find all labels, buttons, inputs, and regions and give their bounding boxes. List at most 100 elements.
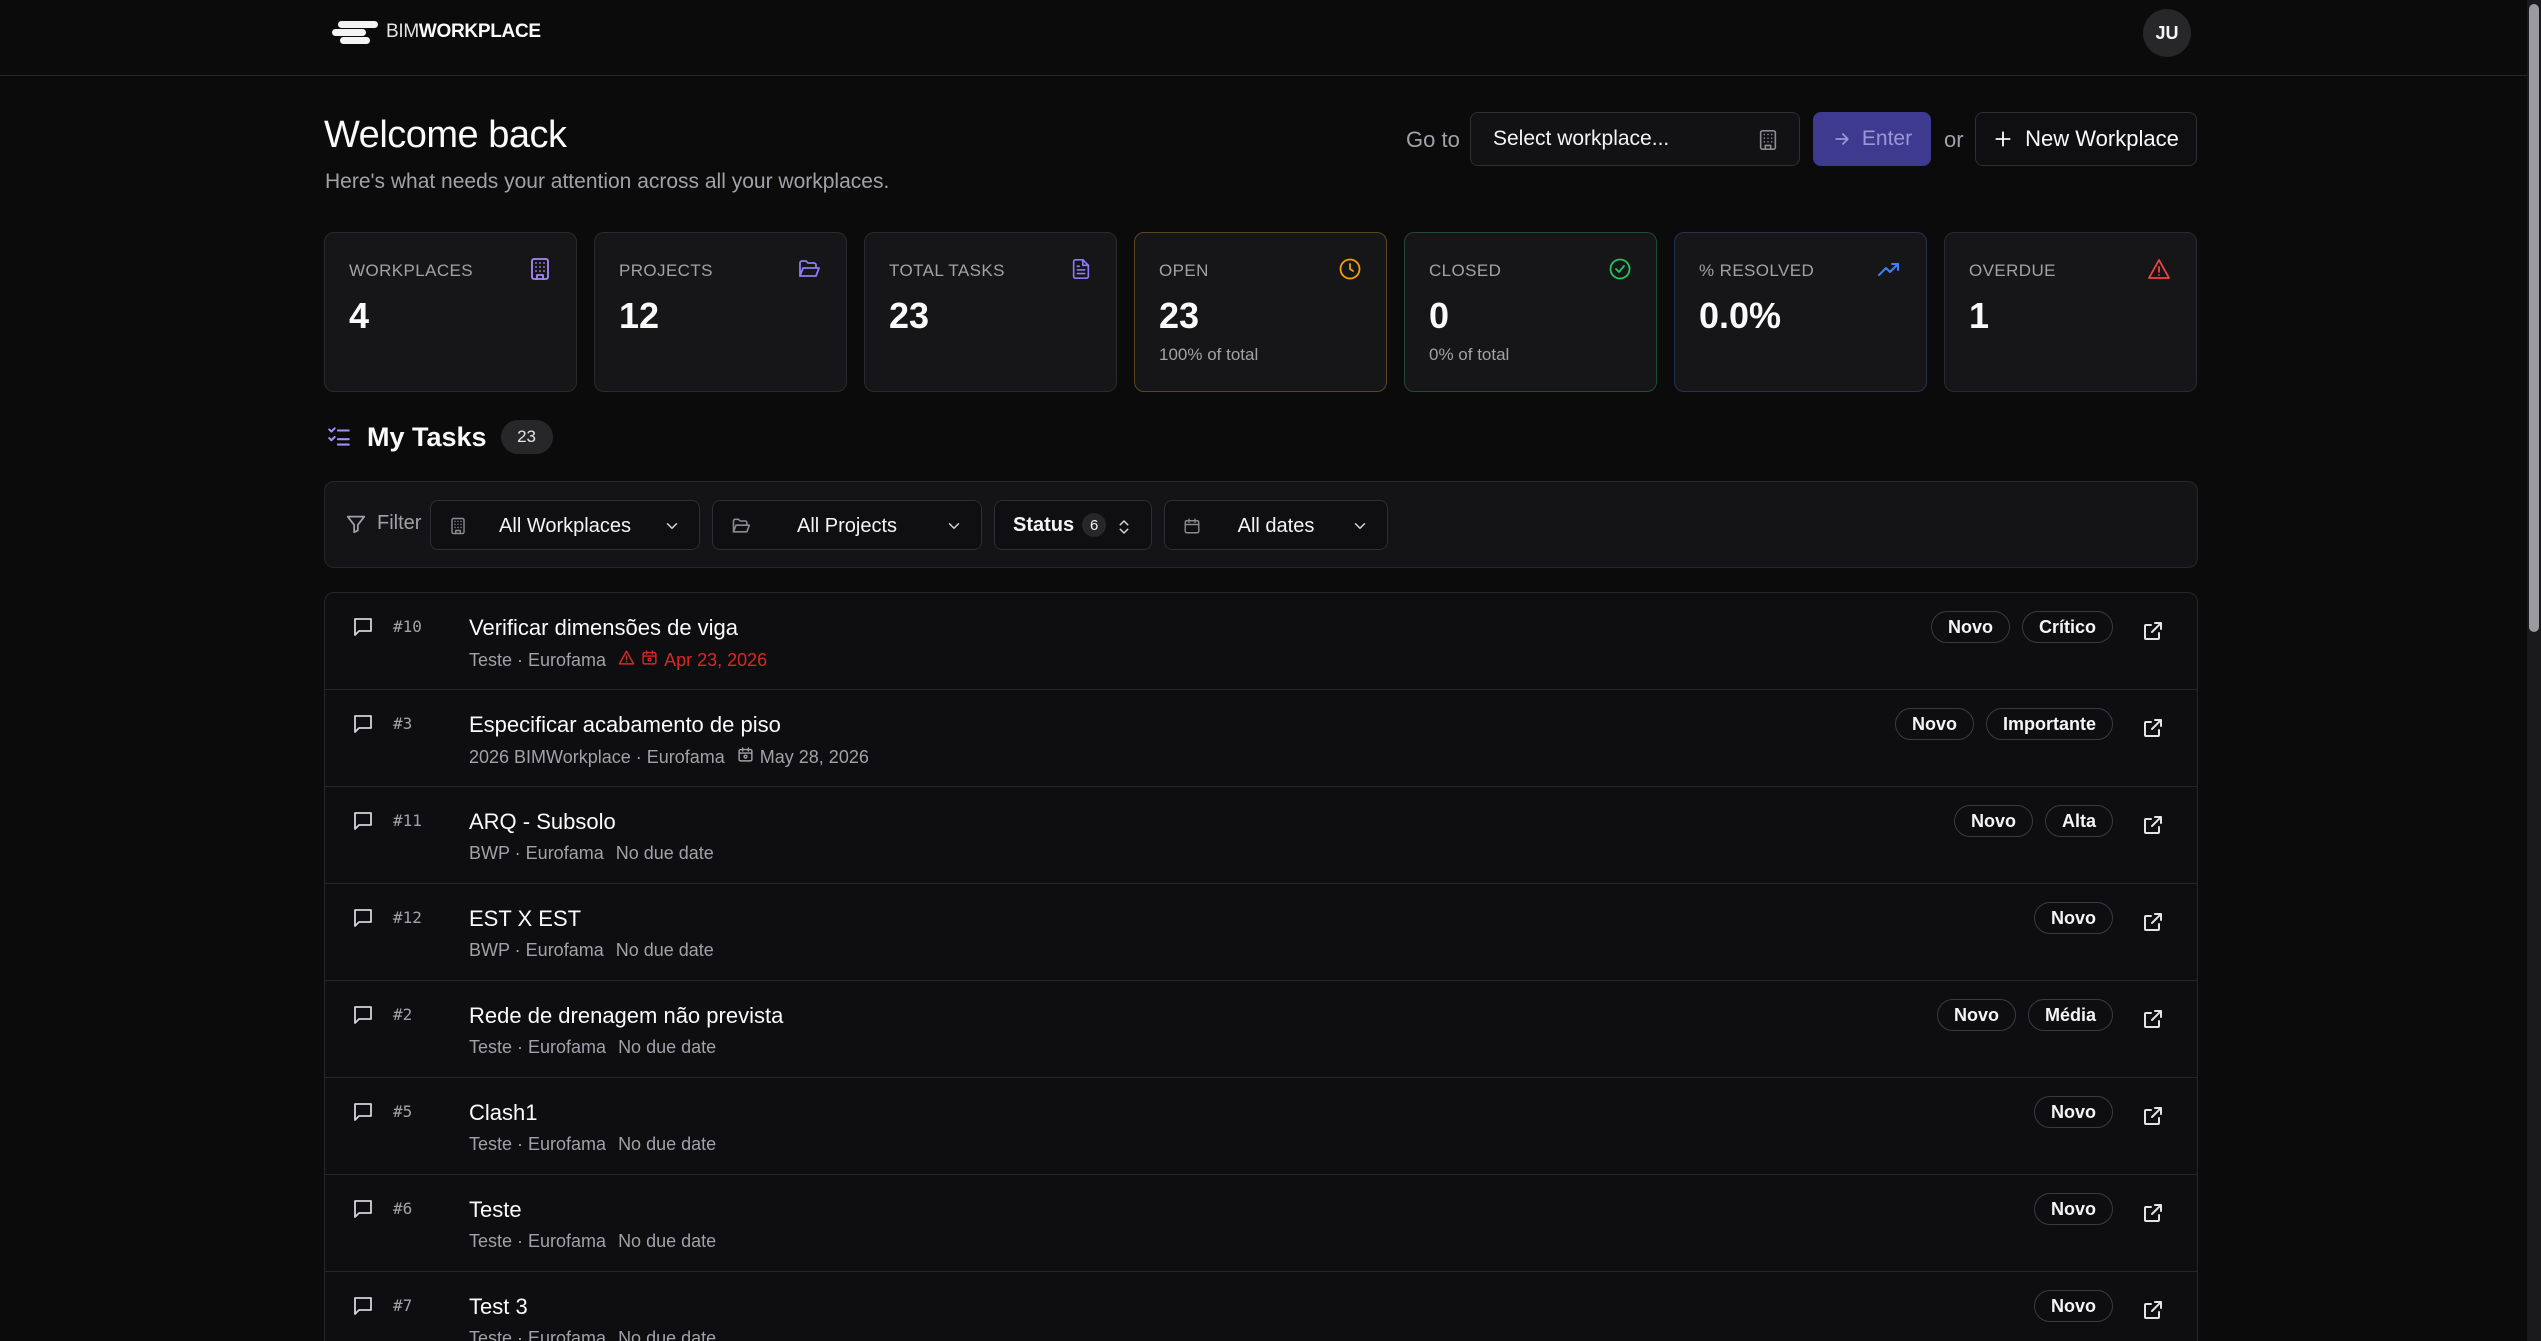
task-row[interactable]: #12 EST X EST BWP · Eurofama No due date Nov… — [325, 884, 2197, 981]
calendar-icon — [641, 649, 658, 671]
task-tags: Novo Média — [1936, 999, 2113, 1031]
comment-icon — [351, 1197, 375, 1226]
external-link-icon[interactable] — [2141, 910, 2165, 939]
filter-label: Filter — [345, 512, 421, 535]
stat-card-open: OPEN 23 100% of total — [1134, 232, 1387, 392]
stat-label: CLOSED — [1429, 261, 1502, 280]
project-filter-value: All Projects — [796, 515, 898, 537]
stat-label: OPEN — [1159, 261, 1209, 280]
status-filter-select[interactable]: Status 6 — [994, 500, 1152, 550]
chevron-down-icon — [663, 517, 681, 541]
task-title[interactable]: Verificar dimensões de viga — [469, 615, 738, 641]
external-link-icon[interactable] — [2141, 1201, 2165, 1230]
task-meta: BWP · Eurofama No due date — [469, 843, 714, 864]
plus-icon — [1995, 131, 2011, 147]
trending-up-icon — [1876, 257, 1902, 286]
task-number: #10 — [393, 617, 422, 636]
task-tag: Média — [2027, 999, 2113, 1031]
scrollbar-thumb[interactable] — [2529, 4, 2539, 632]
alert-triangle-icon — [2146, 257, 2172, 286]
new-workplace-button[interactable]: New Workplace — [1975, 112, 2197, 166]
stat-card-resolved: % RESOLVED 0.0% — [1674, 232, 1927, 392]
building-icon — [528, 257, 552, 286]
my-tasks-count-badge: 23 — [500, 420, 553, 454]
task-due-date: Apr 23, 2026 — [618, 649, 767, 671]
page-scrollbar[interactable] — [2527, 0, 2541, 1341]
task-number: #7 — [393, 1296, 413, 1315]
status-filter-label: Status — [1013, 513, 1075, 536]
task-title[interactable]: Rede de drenagem não prevista — [469, 1003, 783, 1029]
stat-label: OVERDUE — [1969, 261, 2056, 280]
workplace-filter-select[interactable]: All Workplaces — [430, 500, 700, 550]
external-link-icon[interactable] — [2141, 1007, 2165, 1036]
external-link-icon[interactable] — [2141, 716, 2165, 745]
task-project: BWP · Eurofama — [469, 940, 604, 960]
select-workplace-dropdown[interactable]: Select workplace... — [1470, 112, 1800, 166]
task-meta: Teste · Eurofama Apr 23, 2026 — [469, 649, 767, 671]
task-title[interactable]: ARQ - Subsolo — [469, 809, 616, 835]
project-filter-select[interactable]: All Projects — [712, 500, 982, 550]
task-number: #5 — [393, 1102, 413, 1121]
stat-card-total-tasks: TOTAL TASKS 23 — [864, 232, 1117, 392]
stat-card-overdue: OVERDUE 1 — [1944, 232, 2197, 392]
task-number: #2 — [393, 1005, 413, 1024]
stat-value: 4 — [349, 295, 370, 336]
task-project: Teste · Eurofama — [469, 649, 607, 670]
external-link-icon[interactable] — [2141, 619, 2165, 648]
list-checks-icon — [328, 427, 350, 446]
task-row[interactable]: #10 Verificar dimensões de viga Teste · Eu… — [325, 593, 2197, 690]
task-number: #12 — [393, 908, 422, 927]
logo[interactable]: BIMWORKPLACE — [330, 18, 541, 46]
task-list: #10 Verificar dimensões de viga Teste · Eu… — [324, 592, 2198, 1341]
external-link-icon[interactable] — [2141, 813, 2165, 842]
task-tag: Novo — [2034, 1290, 2113, 1322]
task-project: 2026 BIMWorkplace · Eurofama — [469, 746, 725, 767]
task-due-date: No due date — [618, 1134, 717, 1154]
task-tag: Novo — [1930, 611, 2010, 643]
task-due-date: No due date — [615, 843, 714, 863]
date-filter-select[interactable]: All dates — [1164, 500, 1388, 550]
task-title[interactable]: Especificar acabamento de piso — [469, 712, 781, 738]
task-tag: Novo — [1894, 708, 1974, 740]
task-title[interactable]: Clash1 — [469, 1100, 537, 1126]
task-title[interactable]: Teste — [469, 1197, 522, 1223]
status-filter-count: 6 — [1082, 513, 1107, 537]
filter-label-text: Filter — [377, 512, 422, 534]
task-title[interactable]: EST X EST — [469, 906, 581, 932]
external-link-icon[interactable] — [2141, 1104, 2165, 1133]
task-tags: Novo — [2034, 902, 2113, 934]
clock-icon — [1338, 257, 1362, 286]
user-avatar[interactable]: JU — [2143, 9, 2191, 57]
stat-value: 1 — [1969, 295, 1990, 336]
my-tasks-title: My Tasks — [367, 421, 487, 452]
file-text-icon — [1070, 257, 1092, 286]
task-project: Teste · Eurofama — [469, 1328, 607, 1341]
check-circle-icon — [1608, 257, 1632, 286]
task-title[interactable]: Test 3 — [469, 1294, 528, 1320]
task-row[interactable]: #6 Teste Teste · Eurofama No due date Novo — [325, 1175, 2197, 1272]
task-row[interactable]: #3 Especificar acabamento de piso 2026 BIM… — [325, 690, 2197, 787]
task-row[interactable]: #2 Rede de drenagem não prevista Teste · E… — [325, 981, 2197, 1078]
task-due-date: May 28, 2026 — [737, 746, 869, 768]
workplace-filter-value: All Workplaces — [499, 515, 631, 537]
or-label: or — [1944, 127, 1964, 152]
external-link-icon[interactable] — [2141, 1298, 2165, 1327]
task-due-date: No due date — [618, 1231, 717, 1251]
task-tags: Novo — [2034, 1290, 2113, 1322]
enter-button[interactable]: Enter — [1813, 112, 1931, 166]
task-row[interactable]: #5 Clash1 Teste · Eurofama No due date Novo — [325, 1078, 2197, 1175]
task-number: #11 — [393, 811, 422, 830]
stat-sub: 100% of total — [1159, 345, 1259, 364]
task-due-date: No due date — [618, 1328, 717, 1341]
task-tags: Novo — [2034, 1193, 2113, 1225]
arrow-right-icon — [1835, 133, 1849, 145]
task-meta: Teste · Eurofama No due date — [469, 1231, 716, 1252]
task-meta: BWP · Eurofama No due date — [469, 940, 714, 961]
task-meta: Teste · Eurofama No due date — [469, 1134, 716, 1155]
task-row[interactable]: #11 ARQ - Subsolo BWP · Eurofama No due dat… — [325, 787, 2197, 884]
my-tasks-heading: My Tasks 23 — [325, 420, 553, 454]
stat-sub: 0% of total — [1429, 345, 1510, 364]
task-project: BWP · Eurofama — [469, 843, 604, 863]
task-row[interactable]: #7 Test 3 Teste · Eurofama No due date Novo — [325, 1272, 2197, 1341]
task-number: #3 — [393, 714, 413, 733]
